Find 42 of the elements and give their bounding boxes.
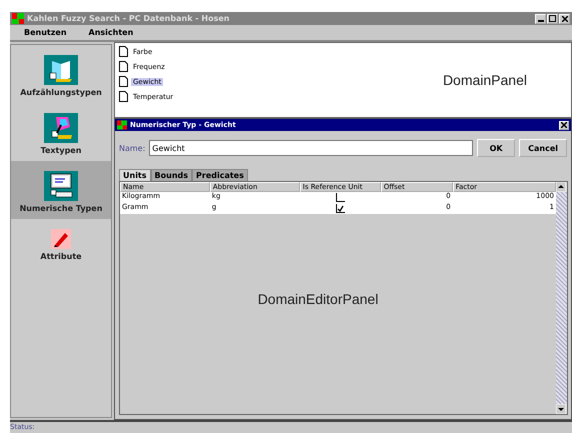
name-field[interactable]: Gewicht	[149, 140, 474, 156]
app-logo-icon	[12, 13, 24, 24]
maximize-icon	[549, 15, 556, 22]
close-icon	[562, 16, 568, 22]
checkbox[interactable]	[336, 204, 345, 213]
tab[interactable]: Units	[119, 169, 151, 181]
document-icon	[119, 46, 128, 57]
checkmark-icon	[337, 204, 344, 212]
sidebar-item[interactable]: Attribute	[11, 219, 111, 267]
panel-label: DomainEditorPanel	[258, 291, 380, 307]
paint-palette-icon	[44, 113, 78, 143]
document-icon	[119, 61, 128, 72]
sidebar-item[interactable]: Aufzählungstypen	[11, 45, 111, 103]
sidebar-item[interactable]: Textypen	[11, 103, 111, 161]
maximize-button[interactable]	[547, 14, 558, 24]
sidebar-label: Textypen	[40, 146, 82, 155]
menu-item[interactable]: Benutzen	[24, 28, 67, 37]
document-icon	[119, 76, 128, 87]
tab[interactable]: Predicates	[192, 169, 248, 181]
tab[interactable]: Bounds	[150, 169, 192, 181]
menu-item[interactable]: Ansichten	[88, 28, 134, 37]
close-icon	[561, 122, 567, 128]
name-label: Name:	[119, 144, 146, 152]
dialog-button[interactable]: OK	[477, 139, 516, 157]
checkbox[interactable]	[336, 193, 345, 202]
close-button[interactable]	[559, 14, 570, 24]
close-button[interactable]	[559, 120, 569, 130]
pen-icon	[51, 229, 71, 249]
minimize-button[interactable]	[535, 14, 546, 24]
sidebar-label: Aufzählungstypen	[20, 88, 102, 97]
vertical-scrollbar[interactable]	[556, 182, 567, 414]
window-title: Kahlen Fuzzy Search - PC Datenbank - Hosen	[27, 14, 230, 23]
book-icon	[44, 55, 78, 85]
computer-icon	[44, 171, 78, 201]
sidebar-label: Numerische Typen	[20, 204, 102, 213]
document-icon	[119, 91, 128, 102]
panel-label: DomainPanel	[442, 72, 528, 88]
sidebar-item[interactable]: Numerische Typen	[11, 161, 111, 219]
scroll-down-icon	[556, 404, 566, 414]
sidebar-label: Attribute	[40, 252, 82, 261]
dialog-button[interactable]: Cancel	[519, 139, 567, 157]
app-logo-icon	[117, 120, 127, 130]
